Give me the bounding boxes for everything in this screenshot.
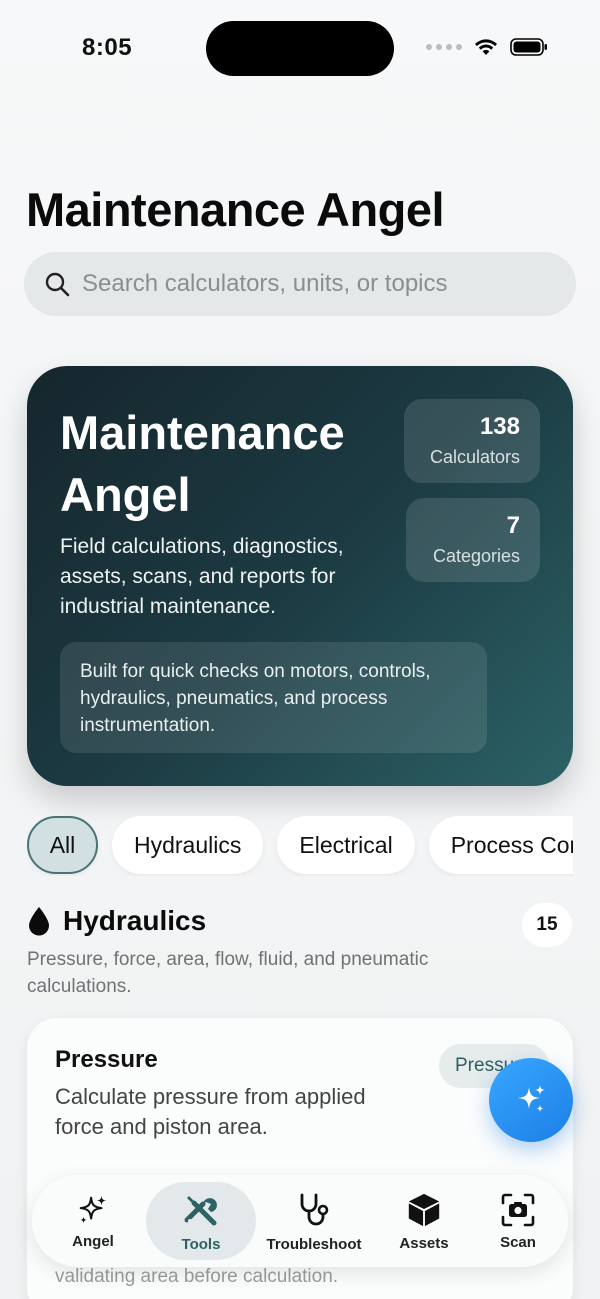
tab-tools[interactable]: Tools [146,1182,256,1260]
tab-bar: Angel Tools Troubleshoot Assets Scan [32,1175,568,1267]
calculator-footnote: validating area before calculation. [55,1266,339,1287]
wifi-icon [475,39,497,55]
tab-label: Troubleshoot [266,1235,362,1253]
stat-categories: 7 Categories [406,498,540,582]
calculator-description: Calculate pressure from applied force an… [55,1084,366,1139]
page-title: Maintenance Angel [26,183,445,236]
drop-icon [29,907,49,936]
tab-label: Assets [399,1234,449,1252]
stat-value: 7 [506,512,520,539]
tab-label: Tools [181,1235,221,1253]
status-icons [426,38,548,56]
sparkles-icon [79,1195,107,1223]
search-bar[interactable] [24,252,576,316]
tab-scan[interactable]: Scan [476,1182,560,1260]
calculator-title: Pressure [55,1046,158,1073]
section-count-badge: 15 [522,903,572,947]
stethoscope-icon [300,1193,329,1225]
app-screen: 8:05 Maintenance Angel Maintenance Angel… [0,0,600,1299]
tab-troubleshoot[interactable]: Troubleshoot [256,1182,372,1260]
box-icon [408,1193,440,1226]
tab-label: Angel [72,1232,114,1250]
tab-angel[interactable]: Angel [40,1182,146,1260]
section-header: Hydraulics [27,905,206,937]
stat-label: Calculators [429,447,520,467]
dynamic-island [206,21,394,76]
search-icon [45,272,70,297]
stat-label: Categories [432,546,520,566]
search-input[interactable] [82,270,542,298]
tab-assets[interactable]: Assets [372,1182,476,1260]
chip-all[interactable]: All [27,816,98,874]
stat-calculators: 138 Calculators [404,399,540,483]
tab-label: Scan [500,1233,536,1251]
hero-title: Maintenance Angel [60,406,345,521]
hero-subtitle: Field calculations, diagnostics, assets,… [60,535,344,618]
stat-value: 138 [479,413,520,440]
status-time: 8:05 [82,34,133,61]
section-description: Pressure, force, area, flow, fluid, and … [27,949,429,997]
section-title: Hydraulics [63,905,207,936]
chip-hydraulics[interactable]: Hydraulics [112,816,264,874]
signal-icon [426,44,462,50]
chip-electrical[interactable]: Electrical [277,816,415,874]
chip-process-control[interactable]: Process Control [428,816,573,874]
hero-card: Maintenance Angel Field calculations, di… [27,366,573,786]
angel-fab-button[interactable] [489,1058,573,1142]
hero-note: Built for quick checks on motors, contro… [60,642,487,753]
filter-chips: All Hydraulics Electrical Process Contro… [27,816,573,876]
camera-scan-icon [501,1193,535,1226]
sparkles-icon [518,1085,545,1112]
battery-icon [510,38,547,56]
status-bar: 8:05 [0,0,600,100]
tools-icon [184,1195,217,1225]
